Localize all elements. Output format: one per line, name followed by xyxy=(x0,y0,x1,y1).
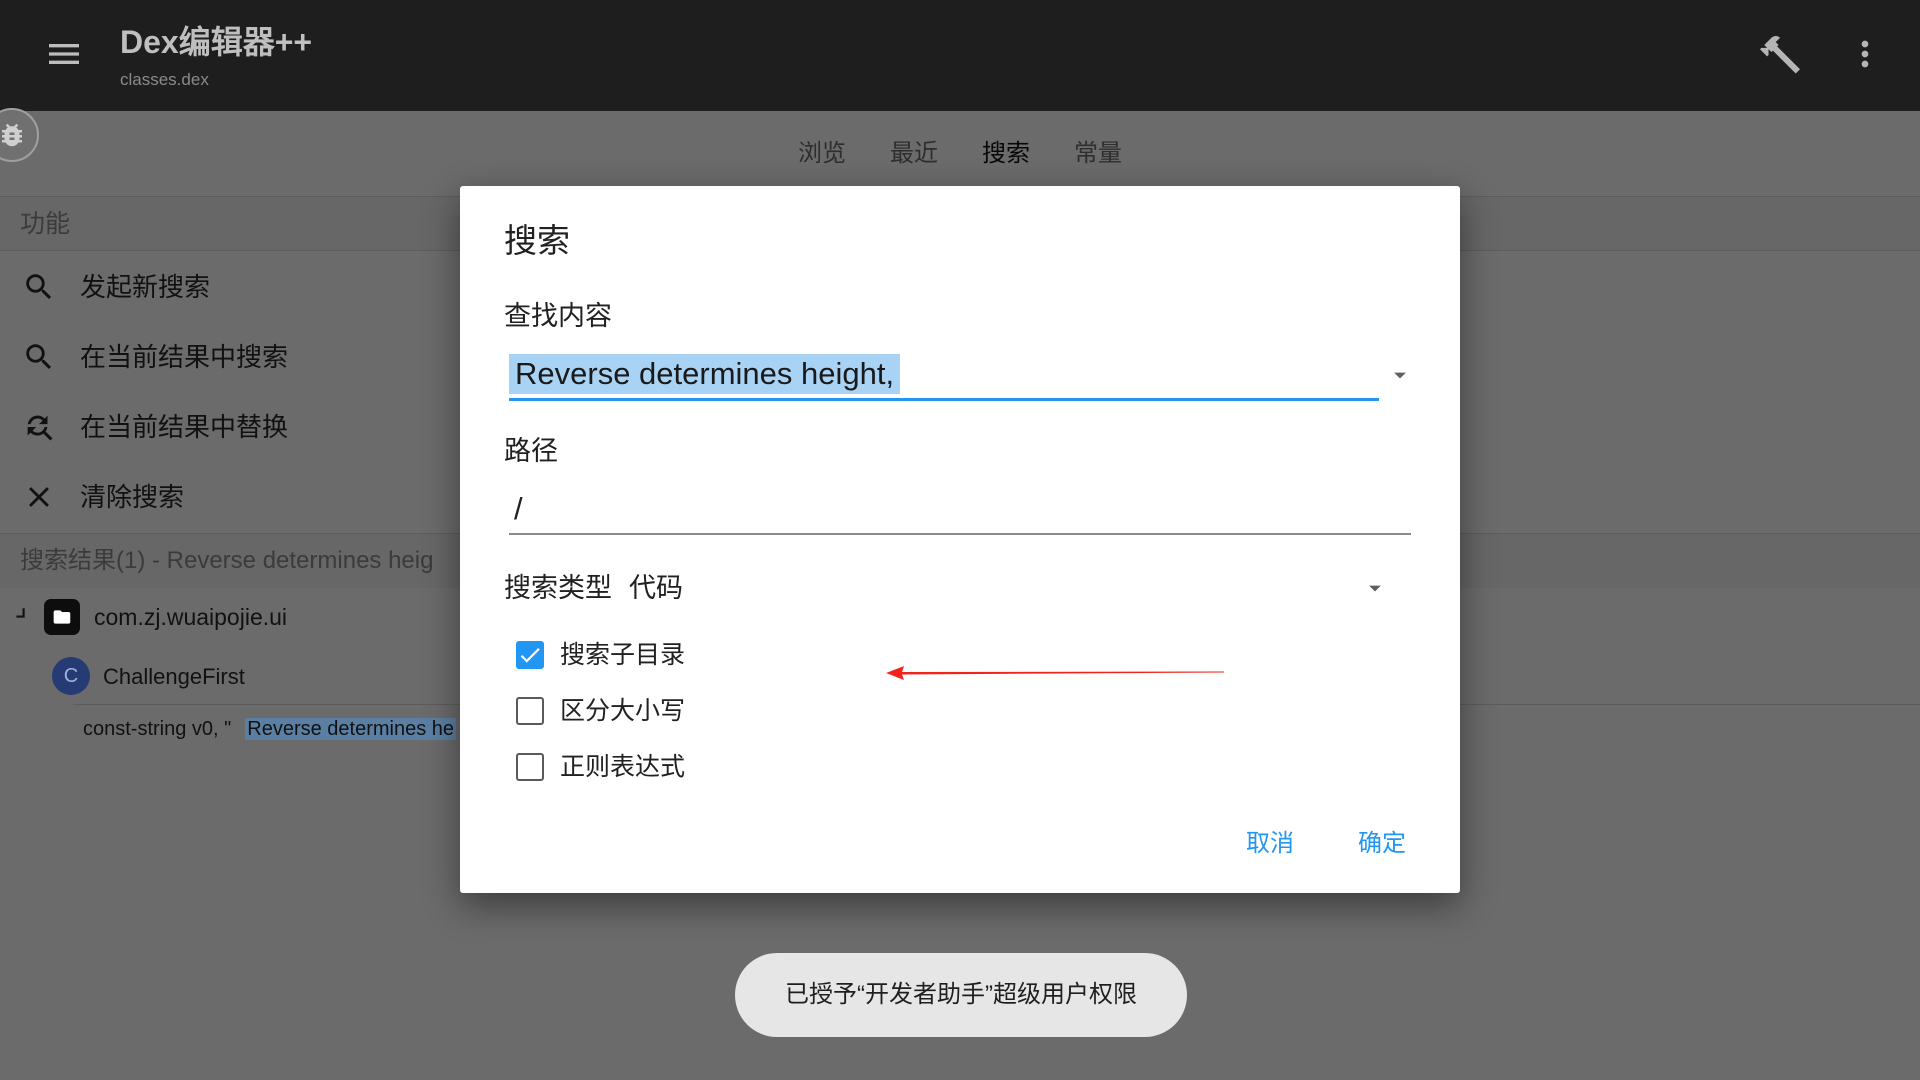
check-icon xyxy=(520,648,540,663)
red-arrow-annotation xyxy=(886,666,1224,680)
ok-button[interactable]: 确定 xyxy=(1342,829,1422,859)
bug-icon xyxy=(2,123,22,147)
option-search-subdirectories[interactable]: 搜索子目录 xyxy=(508,633,768,677)
tab-constants[interactable]: 常量 xyxy=(1052,139,1144,169)
hammer-icon[interactable] xyxy=(1756,30,1804,78)
dialog-title: 搜索 xyxy=(504,222,570,259)
dropdown-arrow-icon[interactable] xyxy=(1361,574,1389,602)
checkbox[interactable] xyxy=(516,697,544,725)
class-badge: C xyxy=(52,657,90,695)
path-label: 路径 xyxy=(504,436,558,466)
search-type-label: 搜索类型 xyxy=(504,573,612,603)
option-label: 搜索子目录 xyxy=(560,641,686,669)
results-header-label: 搜索结果(1) - Reverse determines heig xyxy=(20,547,434,574)
search-icon xyxy=(26,274,52,300)
app-title: Dex编辑器++ xyxy=(120,24,313,60)
search-type-select[interactable]: 代码 xyxy=(629,572,683,604)
match-highlight: Reverse determines he xyxy=(245,718,457,740)
option-label: 区分大小写 xyxy=(560,697,686,725)
cancel-button[interactable]: 取消 xyxy=(1230,829,1310,859)
option-regex[interactable]: 正则表达式 xyxy=(508,745,768,789)
toast: 已授予“开发者助手”超级用户权限 xyxy=(735,953,1187,1037)
class-name[interactable]: ChallengeFirst xyxy=(103,663,245,690)
search-dialog: 搜索 查找内容 Reverse determines height, 路径 / … xyxy=(460,186,1460,893)
toast-text: 已授予“开发者助手”超级用户权限 xyxy=(785,981,1137,1008)
path-input-underline xyxy=(509,533,1411,535)
match-line[interactable]: const-string v0, " Reverse determines he xyxy=(83,716,457,742)
clear-search-label: 清除搜索 xyxy=(80,482,185,512)
search-icon xyxy=(26,344,52,370)
functions-header-label: 功能 xyxy=(20,210,71,238)
more-vert-icon[interactable] xyxy=(1845,34,1885,74)
find-input-underline xyxy=(509,398,1379,401)
find-label: 查找内容 xyxy=(504,301,612,331)
option-label: 正则表达式 xyxy=(560,753,686,781)
tab-browse[interactable]: 浏览 xyxy=(776,139,868,169)
replace-in-results-label: 在当前结果中替换 xyxy=(80,412,289,442)
tab-bar: 浏览 最近 搜索 常量 xyxy=(0,111,1920,196)
tab-search[interactable]: 搜索 xyxy=(960,139,1052,169)
checkbox[interactable] xyxy=(516,753,544,781)
app-screen: Dex编辑器++ classes.dex 浏览 最近 搜索 常量 功能 发起新搜… xyxy=(0,0,1920,1080)
tree-expanded-marker-icon[interactable] xyxy=(14,607,26,619)
match-prefix: const-string v0, " xyxy=(83,718,232,740)
checkbox[interactable] xyxy=(516,641,544,669)
new-search-label: 发起新搜索 xyxy=(80,272,211,302)
dropdown-arrow-icon[interactable] xyxy=(1386,361,1414,389)
close-icon xyxy=(29,487,49,507)
package-name[interactable]: com.zj.wuaipojie.ui xyxy=(94,603,287,631)
search-in-results-label: 在当前结果中搜索 xyxy=(80,342,289,372)
path-input[interactable]: / xyxy=(514,491,523,527)
hamburger-menu-icon[interactable] xyxy=(44,34,84,74)
find-replace-icon xyxy=(27,415,53,441)
find-input[interactable]: Reverse determines height, xyxy=(509,354,901,394)
app-subtitle: classes.dex xyxy=(120,70,209,89)
tab-recent[interactable]: 最近 xyxy=(868,139,960,169)
app-bar: Dex编辑器++ classes.dex xyxy=(0,0,1920,111)
folder-icon xyxy=(44,599,80,635)
option-case-sensitive[interactable]: 区分大小写 xyxy=(508,689,768,733)
